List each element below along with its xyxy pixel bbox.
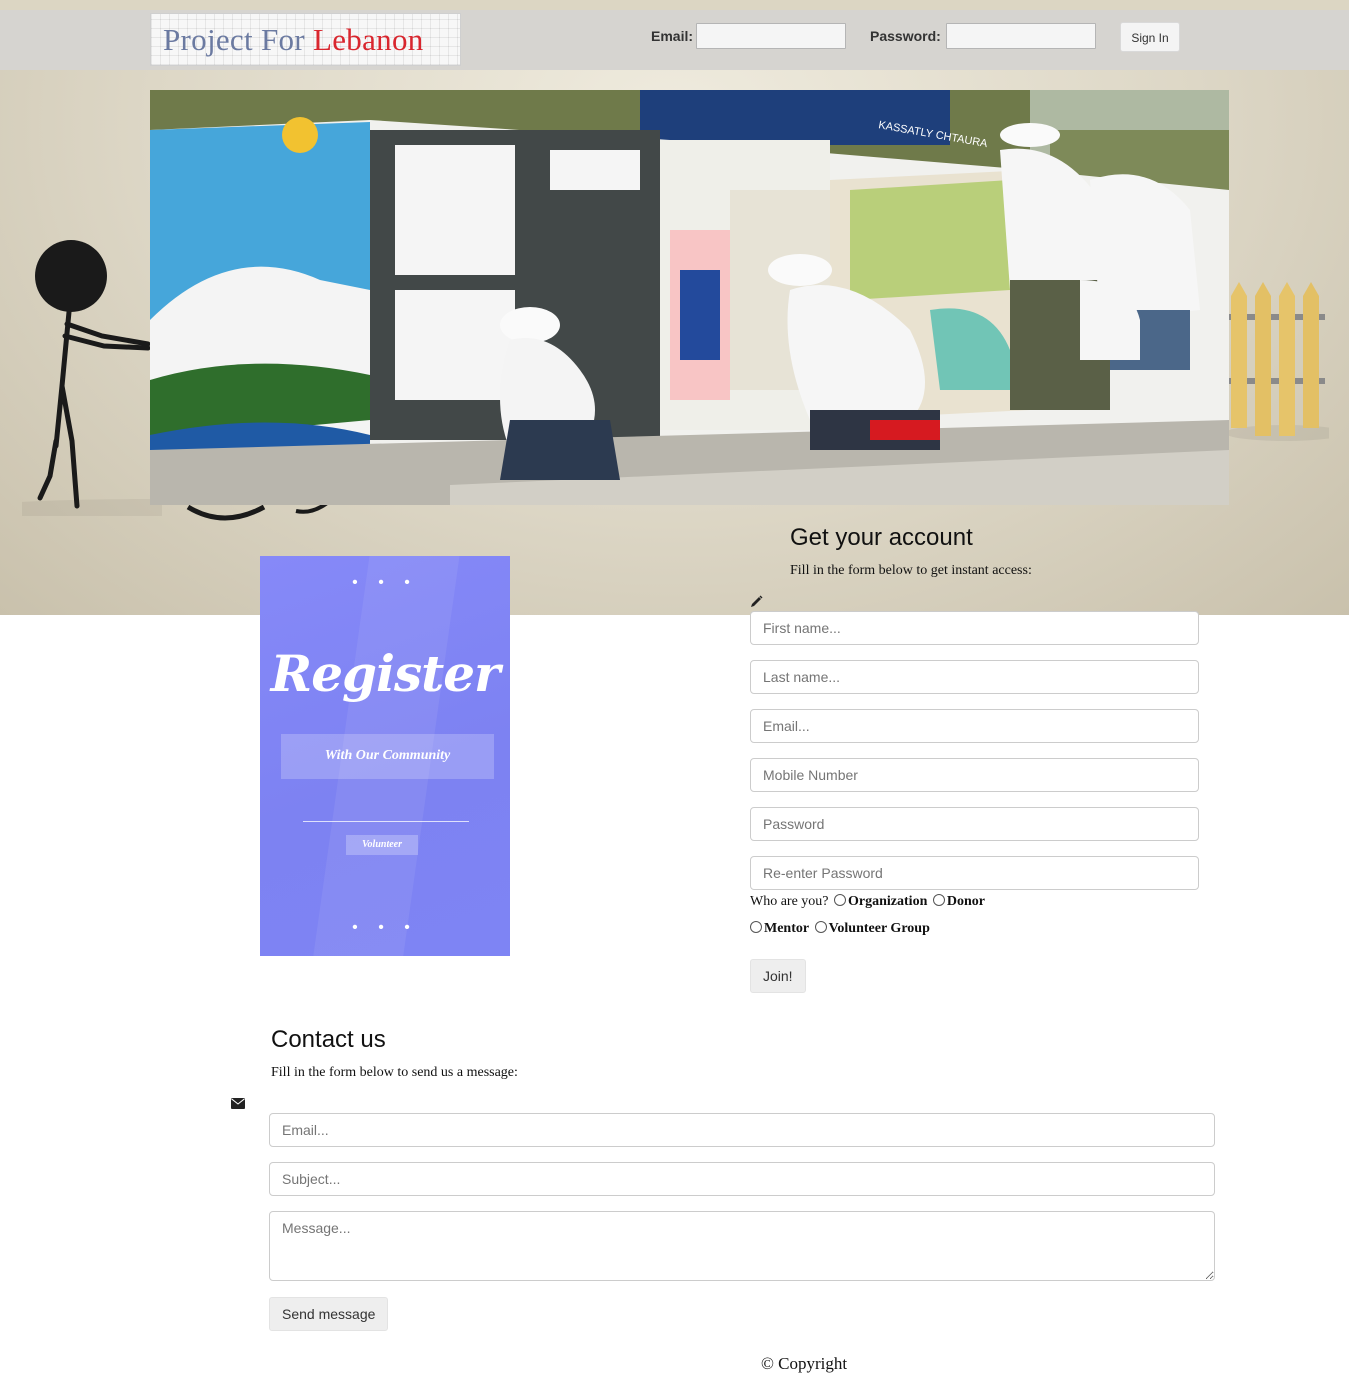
- role-volunteer-group-label: Volunteer Group: [828, 921, 930, 936]
- promo-subtitle: With Our Community: [324, 748, 451, 763]
- contact-heading: Contact us: [271, 1026, 386, 1053]
- top-strip: [0, 0, 1349, 10]
- last-name-input[interactable]: [750, 660, 1199, 694]
- account-intro: Fill in the form below to get instant ac…: [790, 563, 1032, 578]
- stick-figure-illustration: [22, 240, 162, 516]
- register-email-input[interactable]: [750, 709, 1199, 743]
- role-mentor-label: Mentor: [764, 921, 810, 936]
- login-email-input[interactable]: [696, 23, 846, 49]
- pencil-icon: [751, 595, 763, 607]
- account-heading: Get your account: [790, 524, 973, 551]
- contact-email-input[interactable]: [269, 1113, 1215, 1147]
- radio-volunteer-group[interactable]: [814, 921, 827, 933]
- radio-mentor[interactable]: [750, 921, 762, 933]
- login-password-label: Password:: [870, 28, 941, 44]
- logo-text-part2: Lebanon: [313, 22, 424, 57]
- sign-in-button[interactable]: Sign In: [1120, 22, 1180, 52]
- footer-copyright: © Copyright: [761, 1354, 848, 1373]
- logo-text-part1: Project For: [163, 22, 305, 57]
- contact-intro: Fill in the form below to send us a mess…: [271, 1065, 518, 1080]
- contact-subject-input[interactable]: [269, 1162, 1215, 1196]
- promo-title: Register: [270, 644, 501, 703]
- promo-divider: [303, 821, 469, 822]
- login-email-label: Email:: [651, 28, 694, 44]
- first-name-input[interactable]: [750, 611, 1199, 645]
- promo-subtitle-box: With Our Community: [281, 734, 494, 779]
- join-button[interactable]: Join!: [750, 959, 806, 993]
- mural-painting-scene: KASSATLY CHTAURA: [150, 90, 1229, 505]
- site-logo[interactable]: Project For Lebanon: [150, 13, 461, 66]
- mobile-number-input[interactable]: [750, 758, 1199, 792]
- role-organization-label: Organization: [848, 894, 928, 909]
- register-promo-card: • • • Register With Our Community Volunt…: [260, 556, 510, 956]
- role-donor-label: Donor: [946, 894, 985, 909]
- register-password-input[interactable]: [750, 807, 1199, 841]
- who-are-you-label: Who are you?: [750, 894, 829, 909]
- fence-illustration: [1225, 282, 1329, 441]
- promo-dots-top: • • •: [352, 574, 418, 591]
- login-password-input[interactable]: [946, 23, 1096, 49]
- reenter-password-input[interactable]: [750, 856, 1199, 890]
- promo-dots-bottom: • • •: [352, 919, 418, 936]
- send-message-button[interactable]: Send message: [269, 1297, 389, 1331]
- contact-message-textarea[interactable]: [269, 1211, 1215, 1281]
- envelope-icon: [231, 1098, 245, 1109]
- hero-banner-photo: KASSATLY CHTAURA: [150, 90, 1229, 505]
- top-navbar: Project For Lebanon Email: Password: Sig…: [0, 10, 1349, 70]
- radio-organization[interactable]: [834, 894, 847, 906]
- role-selector-row-2: Mentor Volunteer Group: [748, 921, 930, 937]
- role-selector-row-1: Who are you? Organization Donor: [750, 894, 985, 910]
- promo-volunteer-badge: Volunteer: [346, 835, 418, 855]
- radio-donor[interactable]: [932, 894, 945, 906]
